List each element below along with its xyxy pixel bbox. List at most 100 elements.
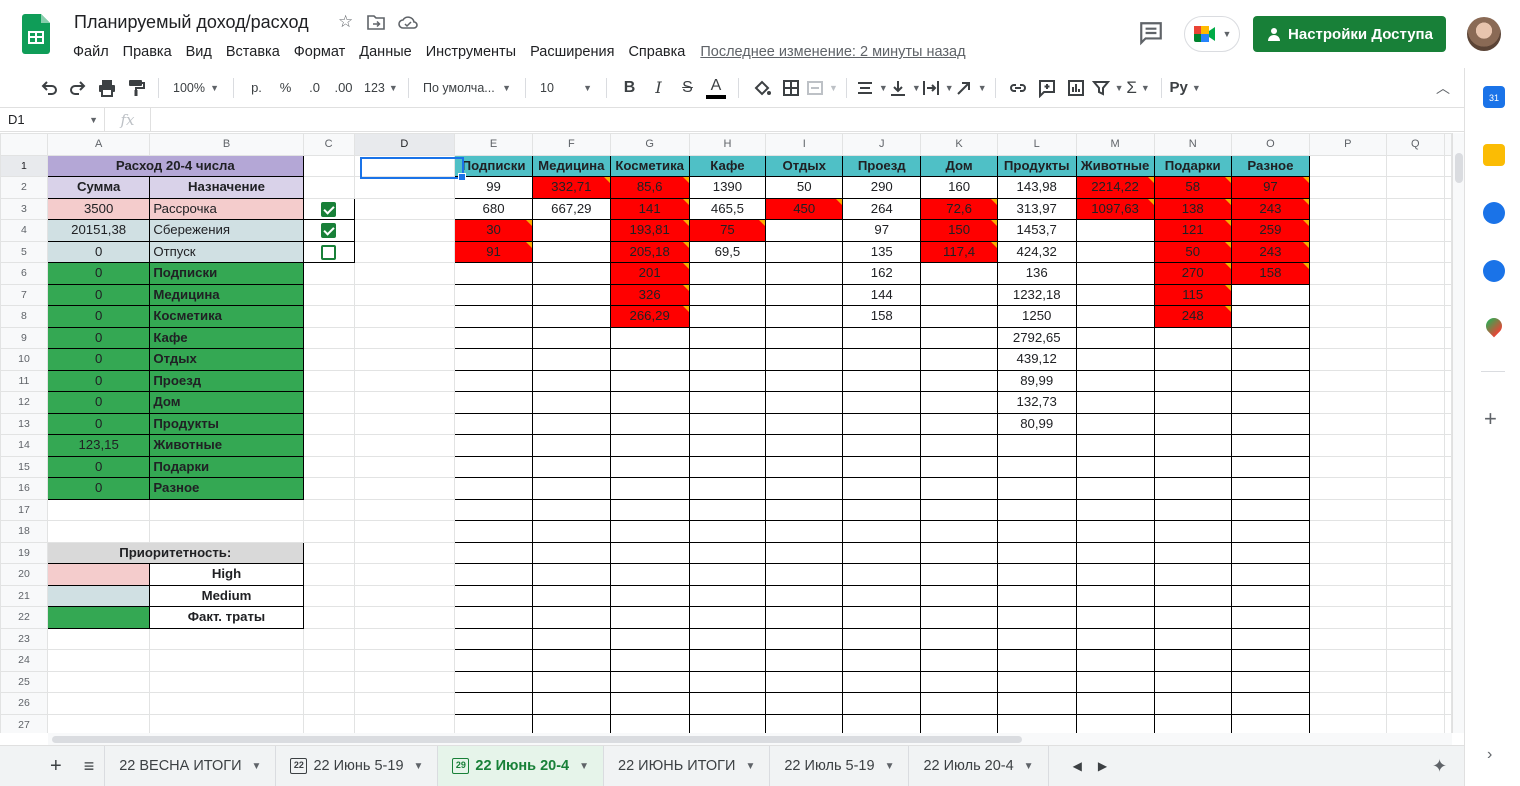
- expense-cell[interactable]: [609, 348, 690, 371]
- cell[interactable]: [1308, 348, 1387, 371]
- doc-title[interactable]: Планируемый доход/расход: [74, 12, 309, 33]
- cell[interactable]: [46, 670, 151, 693]
- row-header[interactable]: 4: [0, 219, 48, 242]
- expense-category-header[interactable]: Дом: [920, 154, 998, 177]
- expense-cell[interactable]: [454, 563, 533, 586]
- cell[interactable]: [1444, 176, 1452, 199]
- chevron-down-icon[interactable]: ▼: [745, 761, 755, 772]
- more-formats-select[interactable]: 123 ▼: [358, 74, 400, 102]
- menu-tools[interactable]: Инструменты: [419, 44, 523, 60]
- cell[interactable]: [1444, 326, 1452, 349]
- expense-cell[interactable]: [688, 670, 767, 693]
- cell[interactable]: [302, 305, 355, 328]
- cell[interactable]: [1444, 412, 1452, 435]
- cell[interactable]: [1385, 649, 1446, 672]
- cell[interactable]: [1385, 520, 1446, 543]
- cell[interactable]: [1308, 477, 1387, 500]
- column-header[interactable]: Q: [1385, 133, 1446, 156]
- cell[interactable]: [1444, 498, 1452, 521]
- cell[interactable]: [1385, 477, 1446, 500]
- expense-over-cell[interactable]: 450: [765, 197, 844, 220]
- expense-cell[interactable]: [842, 692, 922, 715]
- expense-category-header[interactable]: Подписки: [454, 154, 533, 177]
- cell[interactable]: [1308, 627, 1387, 650]
- cell[interactable]: [353, 176, 456, 199]
- expense-cell[interactable]: [842, 498, 922, 521]
- expense-cell[interactable]: [531, 369, 611, 392]
- expense-cell[interactable]: [609, 369, 690, 392]
- cell[interactable]: [1385, 434, 1446, 457]
- row-header[interactable]: 1: [0, 154, 48, 177]
- expense-cell[interactable]: [842, 477, 922, 500]
- scroll-tabs-right-icon[interactable]: ▶: [1090, 746, 1115, 786]
- expense-cell[interactable]: [1230, 713, 1310, 733]
- expense-cell[interactable]: 99: [454, 176, 533, 199]
- expense-cell[interactable]: [1230, 305, 1310, 328]
- expense-cell[interactable]: [765, 627, 844, 650]
- expense-cell[interactable]: [1075, 541, 1155, 564]
- expense-cell[interactable]: [842, 326, 922, 349]
- expense-cell[interactable]: [1230, 434, 1310, 457]
- cell[interactable]: [46, 520, 151, 543]
- merge-cells-icon[interactable]: ▼: [805, 74, 838, 102]
- actual-purpose[interactable]: Разное: [149, 477, 304, 500]
- expense-over-cell[interactable]: 243: [1230, 197, 1310, 220]
- expense-cell[interactable]: [765, 305, 844, 328]
- expense-cell[interactable]: [1075, 606, 1155, 629]
- expense-cell[interactable]: [1075, 305, 1155, 328]
- column-header[interactable]: E: [454, 133, 533, 156]
- cell[interactable]: [1385, 154, 1446, 177]
- priority-legend-title[interactable]: Приоритетность:: [46, 541, 304, 564]
- cell[interactable]: [1444, 348, 1452, 371]
- cell[interactable]: [302, 262, 355, 285]
- actual-amount[interactable]: 0: [46, 305, 151, 328]
- expense-cell[interactable]: [688, 348, 767, 371]
- column-header[interactable]: L: [996, 133, 1077, 156]
- cell[interactable]: [1444, 670, 1452, 693]
- expense-cell[interactable]: [1153, 477, 1232, 500]
- expense-cell[interactable]: [531, 219, 611, 242]
- cell[interactable]: [1385, 455, 1446, 478]
- row-header[interactable]: 26: [0, 692, 48, 715]
- expense-cell[interactable]: [609, 520, 690, 543]
- cell[interactable]: [1444, 369, 1452, 392]
- avatar[interactable]: [1467, 17, 1501, 51]
- expense-cell[interactable]: [842, 713, 922, 733]
- expense-cell[interactable]: [765, 477, 844, 500]
- cell[interactable]: [353, 713, 456, 733]
- column-header[interactable]: P: [1308, 133, 1387, 156]
- expense-cell[interactable]: 313,97: [996, 197, 1077, 220]
- expense-category-header[interactable]: Разное: [1230, 154, 1310, 177]
- expense-cell[interactable]: [531, 283, 611, 306]
- expense-cell[interactable]: [765, 283, 844, 306]
- cell[interactable]: [1385, 305, 1446, 328]
- expense-cell[interactable]: [1153, 434, 1232, 457]
- expense-cell[interactable]: 667,29: [531, 197, 611, 220]
- row-header[interactable]: 19: [0, 541, 48, 564]
- cell[interactable]: [353, 348, 456, 371]
- expense-cell[interactable]: 424,32: [996, 240, 1077, 263]
- actual-purpose[interactable]: Подписки: [149, 262, 304, 285]
- expense-cell[interactable]: 50: [765, 176, 844, 199]
- expense-cell[interactable]: [1153, 369, 1232, 392]
- expense-cell[interactable]: [688, 584, 767, 607]
- expense-cell[interactable]: [920, 455, 998, 478]
- priority-swatch[interactable]: [46, 606, 151, 629]
- cell[interactable]: [1308, 563, 1387, 586]
- expense-cell[interactable]: [454, 670, 533, 693]
- expense-cell[interactable]: [996, 455, 1077, 478]
- cell[interactable]: [1308, 670, 1387, 693]
- cell[interactable]: [1308, 326, 1387, 349]
- chevron-down-icon[interactable]: ▼: [414, 761, 424, 772]
- chevron-down-icon[interactable]: ▼: [579, 761, 589, 772]
- actual-purpose[interactable]: Животные: [149, 434, 304, 457]
- star-icon[interactable]: ☆: [338, 12, 353, 32]
- expense-cell[interactable]: [688, 262, 767, 285]
- cell[interactable]: [302, 627, 355, 650]
- cell[interactable]: [353, 283, 456, 306]
- cell[interactable]: [149, 713, 304, 733]
- expense-cell[interactable]: [1075, 326, 1155, 349]
- expense-cell[interactable]: [454, 391, 533, 414]
- expense-cell[interactable]: [1230, 563, 1310, 586]
- expense-cell[interactable]: [609, 692, 690, 715]
